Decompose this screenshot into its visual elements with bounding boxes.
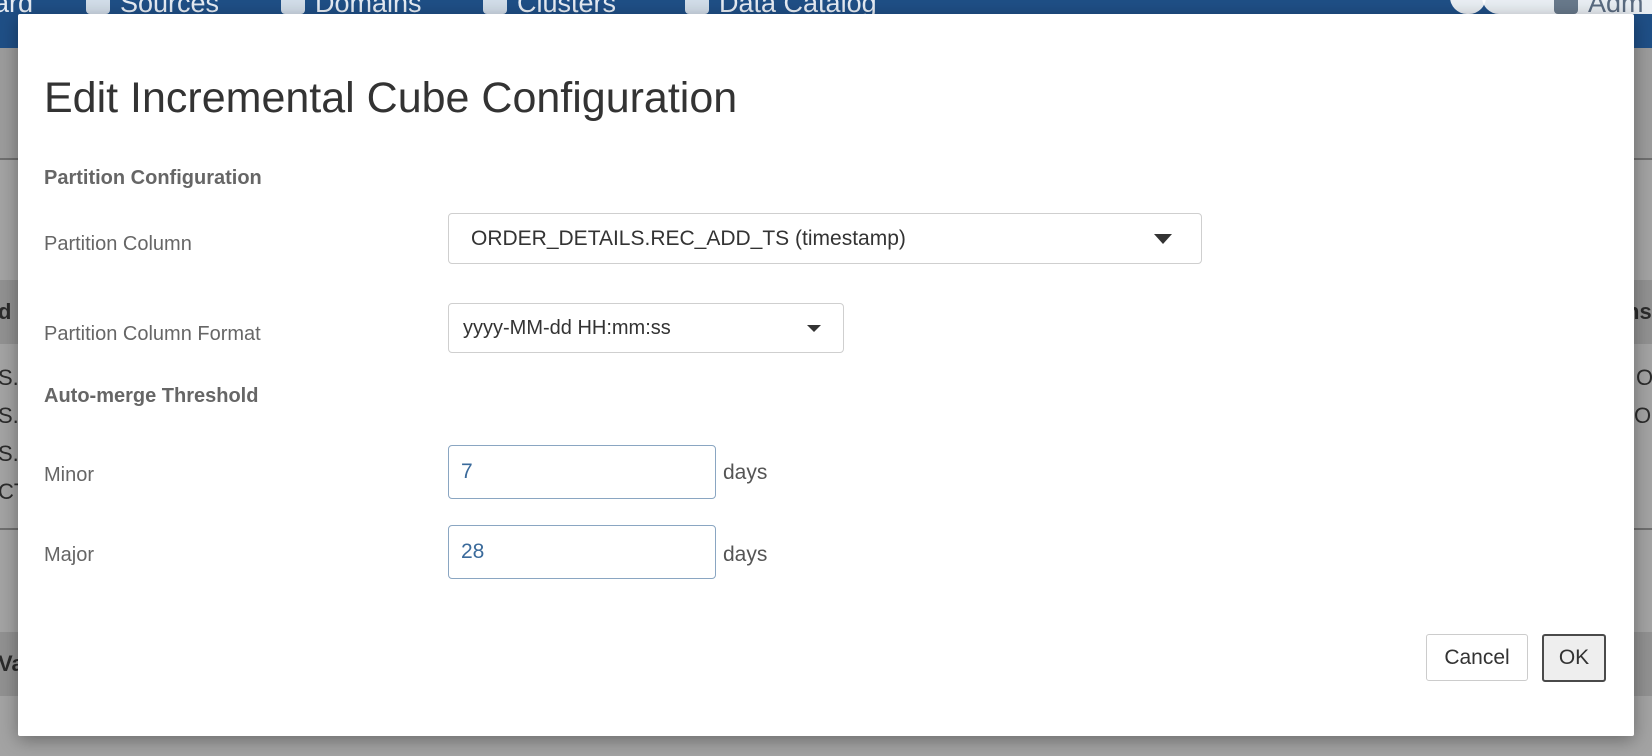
cluster-icon — [483, 0, 507, 14]
partition-config-heading: Partition Configuration — [44, 167, 262, 189]
edit-cube-config-dialog: Edit Incremental Cube Configuration Part… — [18, 14, 1634, 736]
partition-format-select[interactable]: yyyy-MM-dd HH:mm:ss — [448, 303, 844, 353]
partition-format-value: yyyy-MM-dd HH:mm:ss — [463, 317, 671, 339]
chevron-down-icon — [1154, 234, 1172, 244]
nav-pill — [1450, 0, 1486, 14]
minor-threshold-input[interactable] — [448, 445, 716, 499]
background-text: S. — [0, 441, 19, 466]
major-unit: days — [723, 543, 768, 566]
minor-label: Minor — [44, 464, 95, 486]
partition-column-label: Partition Column — [44, 233, 192, 255]
background-text: OI — [1634, 403, 1652, 428]
wrench-icon — [1554, 0, 1578, 14]
minor-unit: days — [723, 461, 768, 484]
book-icon — [685, 0, 709, 14]
chevron-down-icon — [807, 325, 821, 332]
background-text: S. — [0, 403, 19, 428]
major-label: Major — [44, 544, 95, 566]
cancel-button[interactable]: Cancel — [1426, 634, 1528, 681]
ok-button[interactable]: OK — [1542, 634, 1606, 682]
database-icon — [86, 0, 110, 14]
background-text: S. — [0, 365, 19, 390]
major-threshold-input[interactable] — [448, 525, 716, 579]
globe-icon — [281, 0, 305, 14]
automerge-threshold-heading: Auto-merge Threshold — [44, 385, 259, 407]
background-text: O — [1636, 365, 1652, 390]
partition-column-select[interactable]: ORDER_DETAILS.REC_ADD_TS (timestamp) — [448, 213, 1202, 264]
dialog-title: Edit Incremental Cube Configuration — [44, 74, 738, 122]
partition-format-label: Partition Column Format — [44, 323, 261, 345]
partition-column-value: ORDER_DETAILS.REC_ADD_TS (timestamp) — [471, 227, 906, 250]
